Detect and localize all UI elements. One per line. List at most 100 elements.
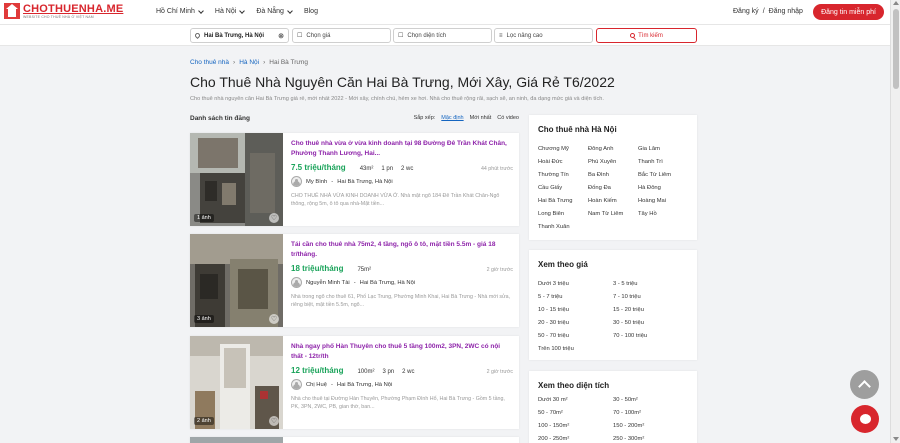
district-link[interactable]: Gia Lâm: [638, 144, 688, 155]
price-range-link[interactable]: 50 - 70 triệu: [538, 331, 613, 342]
price-range-link[interactable]: 5 - 7 triệu: [538, 292, 613, 303]
listing-photo[interactable]: [190, 437, 283, 443]
chevron-down-icon: [198, 7, 204, 14]
district-link[interactable]: Ba Đình: [588, 170, 638, 181]
price-range-link[interactable]: 10 - 15 triệu: [538, 305, 613, 316]
district-link[interactable]: Đông Anh: [588, 144, 638, 155]
district-link[interactable]: Cầu Giấy: [538, 183, 588, 194]
listing-time: 2 giờ trước: [486, 369, 513, 375]
listing-price: 7.5 triệu/tháng: [291, 163, 346, 172]
login-link[interactable]: Đăng nhập: [769, 8, 803, 15]
chevron-down-icon: [287, 7, 293, 14]
nav-item-da-nang[interactable]: Đà Nẵng: [256, 7, 293, 15]
area-range-link[interactable]: 50 - 70m²: [538, 408, 613, 419]
area-range-link[interactable]: 30 - 50m²: [613, 395, 688, 406]
area-range-link[interactable]: 100 - 150m²: [538, 421, 613, 432]
district-link[interactable]: Thanh Trì: [638, 157, 688, 168]
house-photo: [190, 336, 283, 429]
meta-separator: -: [353, 279, 356, 286]
page-scrollbar[interactable]: [890, 0, 900, 443]
heart-icon[interactable]: ♡: [269, 416, 279, 426]
scroll-up-arrow-icon[interactable]: [893, 1, 899, 5]
house-photo: [190, 133, 283, 226]
district-link[interactable]: Long Biên: [538, 209, 588, 220]
price-select[interactable]: ☐ Chọn giá: [292, 28, 391, 43]
sort-video[interactable]: Có video: [497, 115, 519, 121]
listing-card[interactable]: 3 ảnh ♡ Tái cần cho thuê nhà 75m2, 4 tần…: [190, 234, 519, 327]
sort-newest[interactable]: Mới nhất: [470, 115, 492, 121]
area-range-link[interactable]: 150 - 200m²: [613, 421, 688, 432]
listing-wc: 2 wc: [401, 166, 414, 172]
listing-title[interactable]: Nhà ngay phố Hàn Thuyên cho thuê 5 tầng …: [291, 342, 513, 362]
heart-icon[interactable]: ♡: [269, 213, 279, 223]
register-link[interactable]: Đăng ký: [733, 8, 759, 15]
district-link[interactable]: Nam Từ Liêm: [588, 209, 638, 220]
district-link[interactable]: Tây Hồ: [638, 209, 688, 220]
area-range-link[interactable]: 70 - 100m²: [613, 408, 688, 419]
search-bar: Hai Bà Trưng, Hà Nội ⊗ ☐ Chọn giá ☐ Chọn…: [0, 25, 890, 46]
area-range-link[interactable]: Dưới 30 m²: [538, 395, 613, 406]
avatar: [291, 277, 302, 288]
listing-card[interactable]: 1 ảnh ♡ Cho thuê nhà vừa ở vừa kinh doan…: [190, 133, 519, 226]
back-to-top-button[interactable]: [850, 370, 879, 399]
site-logo[interactable]: CHOTHUENHA.ME WEBSITE CHO THUÊ NHÀ Ở VIỆ…: [4, 3, 123, 19]
auth-links: Đăng ký / Đăng nhập: [733, 8, 803, 15]
district-link[interactable]: Đống Đa: [588, 183, 638, 194]
price-range-link[interactable]: Dưới 3 triệu: [538, 279, 613, 290]
listing-time: 44 phút trước: [480, 166, 513, 172]
district-link[interactable]: Hoài Đức: [538, 157, 588, 168]
area-select[interactable]: ☐ Chọn diện tích: [393, 28, 492, 43]
listing-card[interactable]: 2 ảnh ♡ Nhà ngay phố Hàn Thuyên cho thuê…: [190, 336, 519, 429]
district-link[interactable]: Bắc Từ Liêm: [638, 170, 688, 181]
post-listing-button[interactable]: Đăng tin miễn phí: [813, 4, 884, 20]
chat-button[interactable]: [851, 405, 879, 433]
search-button[interactable]: Tìm kiếm: [596, 28, 697, 43]
district-link[interactable]: Hoàn Kiếm: [588, 196, 638, 207]
price-range-link[interactable]: 20 - 30 triệu: [538, 318, 613, 329]
listing-photo[interactable]: 1 ảnh ♡: [190, 133, 283, 226]
price-range-link[interactable]: 3 - 5 triệu: [613, 279, 688, 290]
breadcrumb-cho-thue-nha[interactable]: Cho thuê nhà: [190, 59, 229, 66]
listing-excerpt: Nhà cho thuê tại Đường Hàn Thuyên, Phườn…: [291, 396, 505, 410]
district-link[interactable]: Chương Mỹ: [538, 144, 588, 155]
clear-icon[interactable]: ⊗: [278, 32, 284, 40]
district-link[interactable]: Phú Xuyên: [588, 157, 638, 168]
logo-name: CHOTHUENHA.ME: [23, 3, 124, 15]
nav-item-blog[interactable]: Blog: [304, 8, 318, 15]
advanced-filter[interactable]: ≡ Lọc nâng cao: [494, 28, 593, 43]
price-range-link[interactable]: 30 - 50 triệu: [613, 318, 688, 329]
heart-icon[interactable]: ♡: [269, 314, 279, 324]
listing-card[interactable]: [190, 437, 519, 443]
area-range-link[interactable]: 250 - 300m²: [613, 434, 688, 443]
nav-item-ha-noi[interactable]: Hà Nội: [215, 7, 246, 15]
listing-title[interactable]: Cho thuê nhà vừa ở vừa kinh doanh tại 98…: [291, 139, 513, 159]
location-pin-icon: [193, 31, 202, 40]
breadcrumb-separator: ›: [233, 59, 236, 66]
area-title: Xem theo diện tích: [538, 381, 610, 390]
district-link[interactable]: Hoàng Mai: [638, 196, 688, 207]
nav-item-ho-chi-minh[interactable]: Hồ Chí Minh: [156, 7, 204, 15]
avatar: [291, 379, 302, 390]
price-range-link[interactable]: 7 - 10 triệu: [613, 292, 688, 303]
scroll-down-arrow-icon[interactable]: [893, 437, 899, 441]
location-field[interactable]: Hai Bà Trưng, Hà Nội ⊗: [190, 28, 289, 43]
owner-name: My Bình: [306, 178, 328, 185]
district-link[interactable]: Thường Tín: [538, 170, 588, 181]
listing-photo[interactable]: 3 ảnh ♡: [190, 234, 283, 327]
search-button-label: Tìm kiếm: [638, 32, 663, 39]
district-link[interactable]: Hà Đông: [638, 183, 688, 194]
listing-title[interactable]: Tái cần cho thuê nhà 75m2, 4 tầng, ngõ ô…: [291, 240, 513, 260]
scroll-thumb[interactable]: [893, 9, 899, 89]
breadcrumb-ha-noi[interactable]: Hà Nội: [239, 59, 259, 66]
sort-default[interactable]: Mặc định: [441, 115, 463, 121]
price-range-link[interactable]: 15 - 20 triệu: [613, 305, 688, 316]
price-range-link[interactable]: 70 - 100 triệu: [613, 331, 688, 342]
district-link[interactable]: Hai Bà Trưng: [538, 196, 588, 207]
area-range-link[interactable]: 200 - 250m²: [538, 434, 613, 443]
listing-photo[interactable]: 2 ảnh ♡: [190, 336, 283, 429]
districts-grid: Chương Mỹ Đông Anh Gia Lâm Hoài Đức Phú Xuyê…: [538, 144, 698, 233]
area-grid: Dưới 30 m² 30 - 50m² 50 - 70m² 70 - 100m² 10…: [538, 395, 698, 443]
listing-bedrooms: 1 pn: [381, 166, 394, 172]
price-range-link[interactable]: Trên 100 triệu: [538, 344, 613, 355]
district-link[interactable]: Thanh Xuân: [538, 222, 588, 233]
